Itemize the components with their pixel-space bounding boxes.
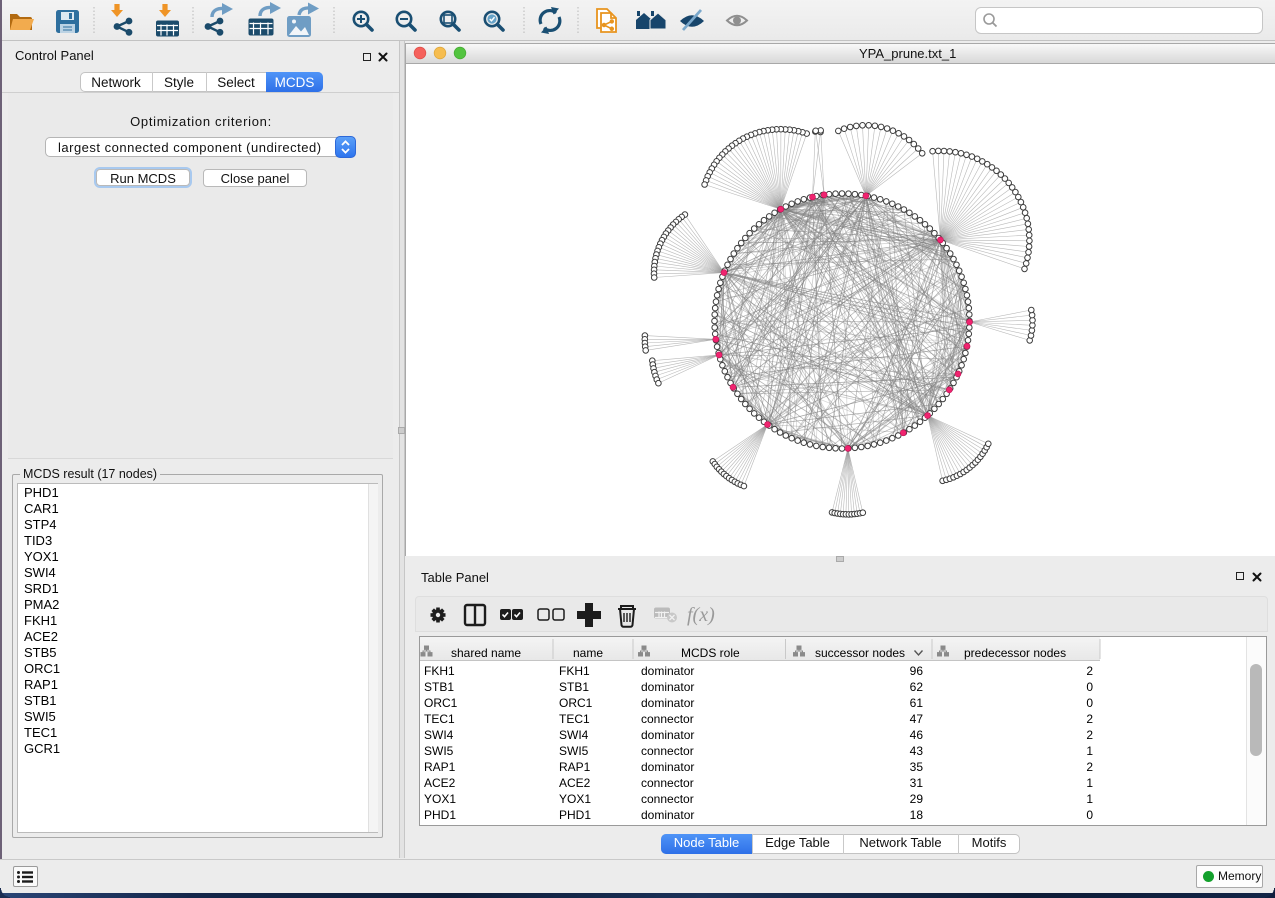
svg-text:f(x): f(x) [687,604,715,626]
